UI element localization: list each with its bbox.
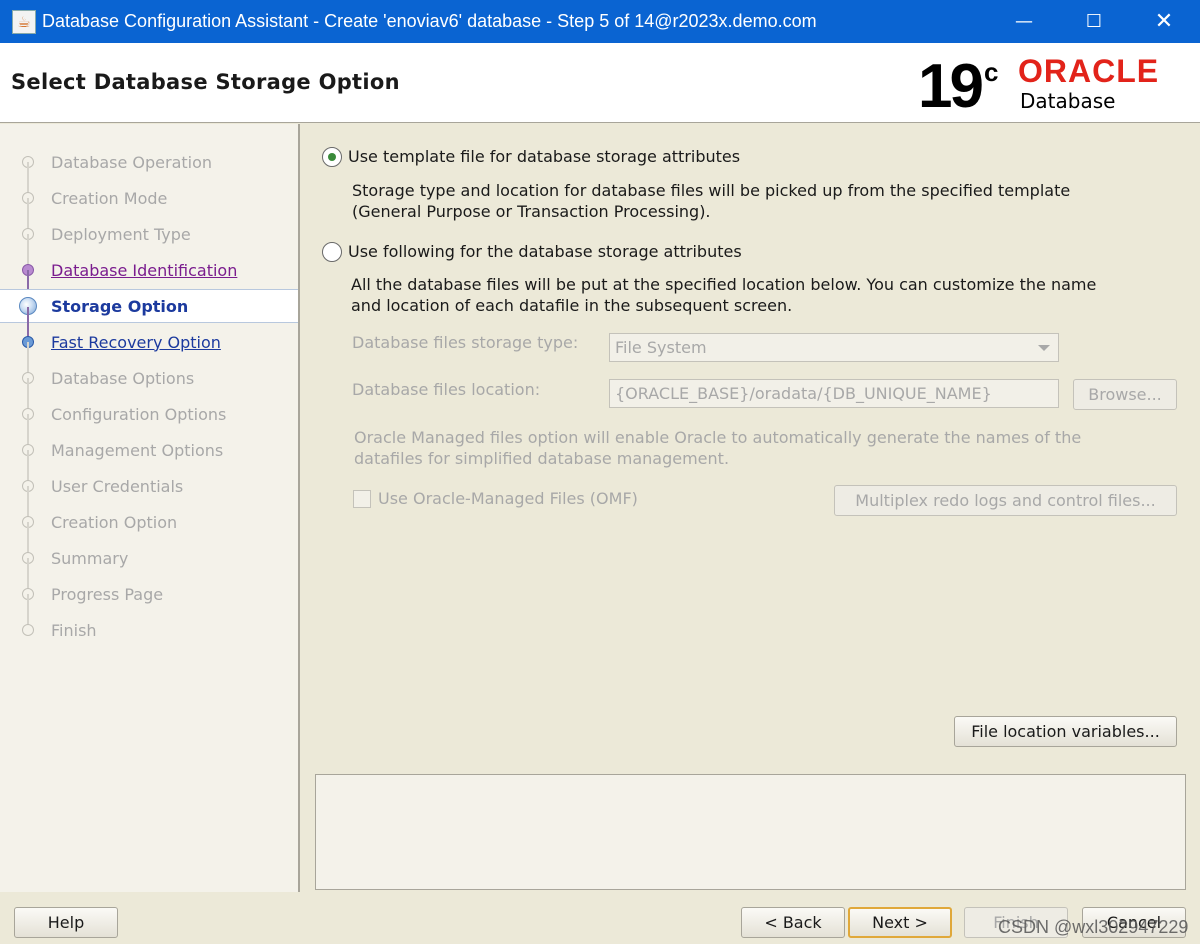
- oracle-logo: 19 c ORACLE Database: [918, 52, 1188, 121]
- step-dot-icon: [22, 624, 34, 636]
- page-title: Select Database Storage Option: [11, 70, 400, 94]
- maximize-button[interactable]: ☐: [1059, 0, 1129, 43]
- csdn-watermark: CSDN @wxl302947229: [998, 917, 1189, 937]
- storage-type-label: Database files storage type:: [352, 333, 579, 352]
- step-creation-option: Creation Option: [0, 505, 298, 558]
- template-storage-label[interactable]: Use template file for database storage a…: [348, 147, 740, 166]
- minimize-button[interactable]: —: [989, 0, 1059, 43]
- browse-button[interactable]: Browse...: [1073, 379, 1177, 410]
- step-creation-mode: Creation Mode: [0, 181, 298, 234]
- step-label: Deployment Type: [51, 224, 191, 244]
- step-label: Management Options: [51, 440, 224, 460]
- storage-type-value: File System: [615, 338, 707, 357]
- logo-product: Database: [1020, 89, 1116, 113]
- step-finish: Finish: [0, 613, 298, 647]
- step-database-operation: Database Operation: [0, 145, 298, 198]
- step-label: Summary: [51, 548, 129, 568]
- files-location-value: {ORACLE_BASE}/oradata/{DB_UNIQUE_NAME}: [615, 384, 992, 403]
- step-label: User Credentials: [51, 476, 184, 496]
- step-summary: Summary: [0, 541, 298, 594]
- java-app-icon: ☕: [12, 9, 36, 34]
- logo-version: 19: [918, 52, 984, 121]
- step-storage-option: Storage Option: [0, 289, 298, 343]
- step-deployment-type: Deployment Type: [0, 217, 298, 270]
- window-title: Database Configuration Assistant - Creat…: [42, 11, 817, 31]
- step-management-options: Management Options: [0, 433, 298, 486]
- step-label: Database Options: [51, 368, 195, 388]
- template-storage-description-line1: Storage type and location for database f…: [352, 181, 1071, 200]
- step-label: Storage Option: [51, 296, 189, 316]
- step-label: Configuration Options: [51, 404, 227, 424]
- step-configuration-options: Configuration Options: [0, 397, 298, 450]
- step-user-credentials: User Credentials: [0, 469, 298, 522]
- close-button[interactable]: ✕: [1129, 0, 1199, 43]
- files-location-input[interactable]: {ORACLE_BASE}/oradata/{DB_UNIQUE_NAME}: [609, 379, 1059, 408]
- step-database-options: Database Options: [0, 361, 298, 414]
- step-fast-recovery-option[interactable]: Fast Recovery Option: [0, 325, 298, 378]
- step-label: Progress Page: [51, 584, 164, 604]
- step-progress-page: Progress Page: [0, 577, 298, 630]
- title-bar: ☕ Database Configuration Assistant - Cre…: [0, 0, 1200, 43]
- omf-note-line1: Oracle Managed files option will enable …: [354, 428, 1082, 447]
- storage-option-panel: Use template file for database storage a…: [302, 124, 1200, 892]
- step-label: Creation Mode: [51, 188, 168, 208]
- next-button[interactable]: Next >: [848, 907, 952, 938]
- step-label: Finish: [51, 620, 97, 640]
- step-label: Creation Option: [51, 512, 178, 532]
- message-area: [315, 774, 1186, 890]
- storage-type-select[interactable]: File System: [609, 333, 1059, 362]
- omf-note-line2: datafiles for simplified database manage…: [354, 449, 730, 468]
- template-storage-radio[interactable]: [322, 147, 342, 167]
- step-database-identification[interactable]: Database Identification: [0, 253, 298, 306]
- wizard-steps-sidebar: Database Operation Creation Mode Deploym…: [0, 124, 300, 892]
- files-location-label: Database files location:: [352, 380, 541, 399]
- step-label[interactable]: Fast Recovery Option: [51, 333, 221, 352]
- custom-storage-label[interactable]: Use following for the database storage a…: [348, 242, 742, 261]
- custom-storage-description-line1: All the database files will be put at th…: [351, 275, 1097, 294]
- custom-storage-radio[interactable]: [322, 242, 342, 262]
- back-button[interactable]: < Back: [741, 907, 845, 938]
- multiplex-redo-logs-button[interactable]: Multiplex redo logs and control files...: [834, 485, 1177, 516]
- omf-checkbox-label[interactable]: Use Oracle-Managed Files (OMF): [378, 489, 638, 508]
- step-label[interactable]: Database Identification: [51, 261, 237, 280]
- omf-checkbox[interactable]: [353, 490, 371, 508]
- logo-brand: ORACLE: [1018, 53, 1160, 89]
- help-button[interactable]: Help: [14, 907, 118, 938]
- logo-version-suffix: c: [984, 57, 999, 87]
- custom-storage-description-line2: and location of each datafile in the sub…: [351, 296, 793, 315]
- wizard-header: Select Database Storage Option 19 c ORAC…: [0, 43, 1200, 123]
- chevron-down-icon: [1038, 345, 1050, 351]
- file-location-variables-button[interactable]: File location variables...: [954, 716, 1177, 747]
- template-storage-description-line2: (General Purpose or Transaction Processi…: [352, 202, 711, 221]
- step-label: Database Operation: [51, 152, 213, 172]
